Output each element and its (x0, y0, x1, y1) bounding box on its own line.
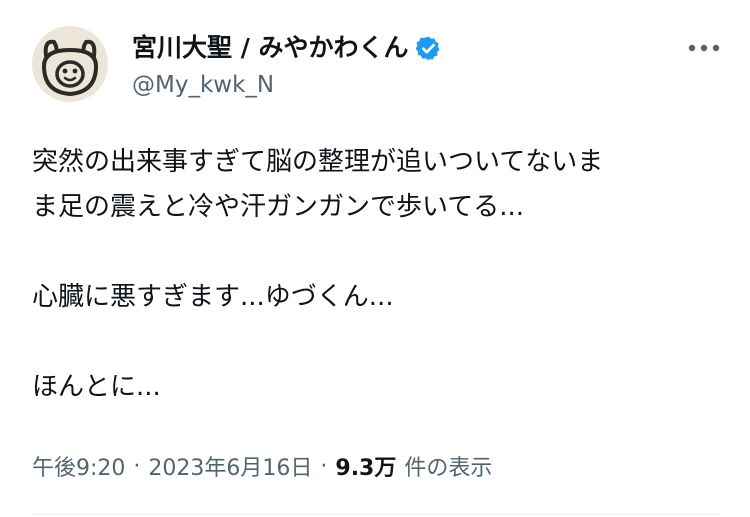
display-name[interactable]: 宮川大聖 / みやかわくん (132, 30, 409, 66)
tweet-time[interactable]: 午後9:20 (32, 450, 125, 482)
tweet-line: ほんとに... (32, 372, 161, 402)
meta-separator: · (320, 453, 328, 479)
tweet-text: 突然の出来事すぎて脳の整理が追いついてないま ま足の震えと冷や汗ガンガンで歩いて… (32, 140, 722, 410)
more-dots-icon (688, 44, 720, 52)
user-handle[interactable]: @My_kwk_N (132, 70, 274, 100)
meta-separator: · (133, 453, 141, 479)
name-row: 宮川大聖 / みやかわくん (132, 30, 442, 66)
views-label[interactable]: 件の表示 (404, 450, 492, 482)
tweet-header: 宮川大聖 / みやかわくん @My_kwk_N (32, 26, 722, 102)
tweet-line: 突然の出来事すぎて脳の整理が追いついてないま (32, 147, 604, 177)
tweet-line: 心臓に悪すぎます...ゆづくん... (32, 282, 394, 312)
tweet-date[interactable]: 2023年6月16日 (148, 450, 312, 482)
views-count[interactable]: 9.3万 (335, 450, 396, 482)
divider (32, 514, 722, 515)
tweet-card: 宮川大聖 / みやかわくん @My_kwk_N 突然の出来事すぎて脳の整理が追い… (0, 0, 750, 517)
avatar-illustration-icon (32, 26, 108, 102)
tweet-line: ま足の震えと冷や汗ガンガンで歩いてる... (32, 192, 525, 222)
more-options-button[interactable] (686, 34, 722, 62)
verified-badge-icon (415, 35, 442, 62)
avatar[interactable] (32, 26, 108, 102)
tweet-meta: 午後9:20 · 2023年6月16日 · 9.3万 件の表示 (32, 448, 492, 484)
